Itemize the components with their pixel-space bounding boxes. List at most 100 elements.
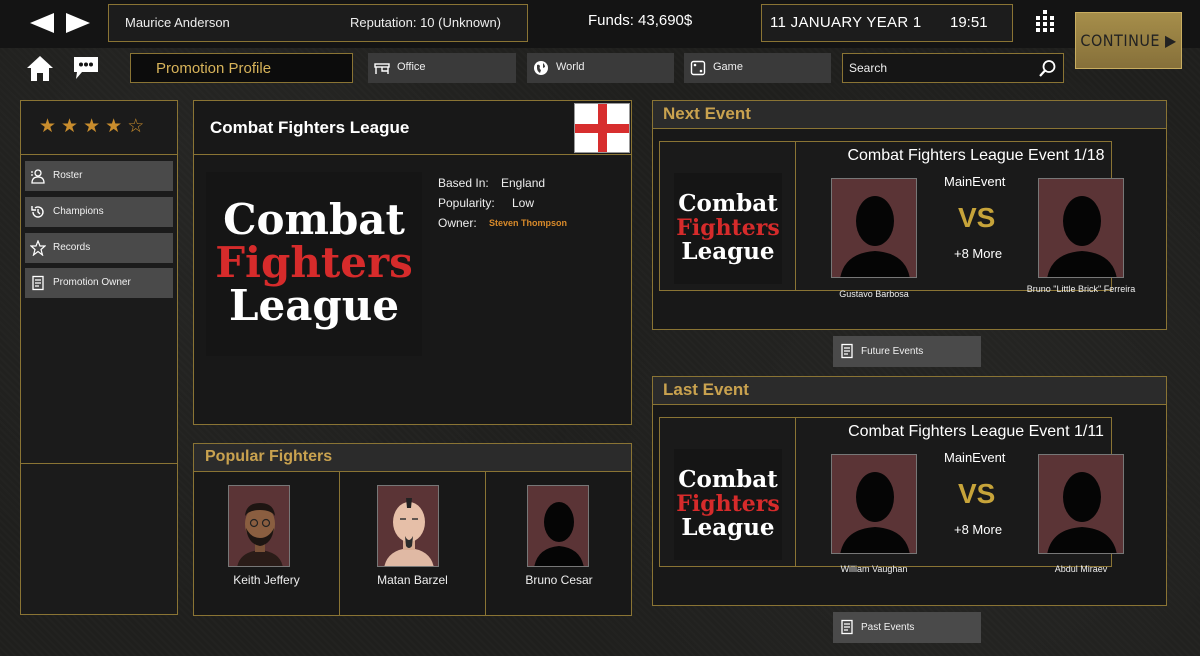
logo-line-3: League	[681, 238, 774, 265]
office-label: Office	[397, 61, 426, 73]
fighter-silhouette	[831, 454, 917, 554]
filled-star-icon: ★	[83, 116, 101, 137]
fighter-card[interactable]: Matan Barzel	[340, 472, 486, 615]
sidebar-item-promotion-owner[interactable]: Promotion Owner	[25, 268, 173, 298]
grid-menu-icon[interactable]	[1036, 10, 1058, 34]
promotion-logo: Combat Fighters League	[206, 172, 422, 356]
office-button[interactable]: Office	[368, 53, 516, 83]
search-input[interactable]	[849, 58, 1029, 78]
event-logo-cell: Combat Fighters League	[660, 418, 796, 566]
last-event-card[interactable]: Combat Fighters League Combat Fighters L…	[659, 417, 1124, 574]
event-name: Combat Fighters League Event 1/11	[848, 423, 1104, 440]
vs-label: VS	[958, 478, 996, 509]
logo-line-2: Fighters	[215, 238, 413, 287]
next-event-panel: Next Event Combat Fighters League Combat…	[652, 100, 1167, 330]
fighter-card[interactable]: Keith Jeffery	[194, 472, 340, 615]
popular-fighters-panel: Popular Fighters Keith Jeffery Matan Bar…	[193, 443, 632, 616]
popular-fighters-header: Popular Fighters	[194, 444, 631, 472]
more-fights-label: +8 More	[954, 246, 1003, 261]
logo-line-1: Combat	[223, 195, 405, 244]
next-event-header: Next Event	[653, 101, 1166, 129]
logo-line-3: League	[681, 514, 774, 541]
world-button[interactable]: World	[527, 53, 674, 83]
past-events-label: Past Events	[861, 622, 915, 633]
owner-label: Owner:	[438, 216, 477, 230]
document-icon	[839, 619, 855, 635]
chat-icon[interactable]	[72, 55, 100, 81]
world-label: World	[556, 61, 585, 73]
popularity-label: Popularity:	[438, 196, 495, 210]
promotion-name: Combat Fighters League	[210, 118, 410, 137]
based-in-label: Based In:	[438, 176, 489, 190]
past-events-button[interactable]: Past Events	[833, 612, 981, 643]
last-event-panel: Last Event Combat Fighters League Combat…	[652, 376, 1167, 606]
home-icon[interactable]	[26, 54, 54, 82]
based-in-value: England	[501, 176, 546, 190]
star-rating: ★ ★ ★ ★ ☆	[39, 117, 144, 136]
next-event-title: Next Event	[663, 104, 751, 123]
sidebar-item-champions[interactable]: Champions	[25, 197, 173, 227]
fighter-portrait	[527, 485, 589, 567]
more-fights-label: +8 More	[954, 522, 1003, 537]
fighter-portrait	[377, 485, 439, 567]
owner-link[interactable]: Steven Thompson	[489, 218, 567, 228]
popular-fighters-title: Popular Fighters	[205, 448, 333, 465]
sidebar: ★ ★ ★ ★ ☆ Roster Champions Records Promotion…	[20, 100, 178, 615]
promotion-profile-tab[interactable]: Promotion Profile	[130, 53, 353, 83]
game-button[interactable]: Game	[684, 53, 831, 83]
event-logo: Combat Fighters League	[674, 173, 782, 284]
filled-star-icon: ★	[105, 116, 123, 137]
document-icon	[839, 343, 855, 359]
fighter-name: Gustavo Barbosa	[839, 289, 909, 299]
vs-label: VS	[958, 202, 996, 233]
popularity-value: Low	[512, 196, 535, 210]
funds-label: Funds: 43,690$	[588, 12, 693, 29]
date-label: 11 JANUARY YEAR 1	[770, 14, 922, 31]
filled-star-icon: ★	[39, 116, 57, 137]
last-event-header: Last Event	[653, 377, 1166, 405]
empty-star-icon: ☆	[127, 116, 145, 137]
fighter-name: Bruno "Little Brick" Ferreira	[1026, 284, 1136, 294]
forward-arrow-icon[interactable]	[64, 12, 92, 34]
sidebar-item-label: Roster	[53, 170, 83, 181]
fighter-name: William Vaughan	[840, 564, 908, 574]
star-icon	[29, 239, 47, 257]
fighter-silhouette	[1038, 178, 1124, 278]
date-time-box: 11 JANUARY YEAR 1 19:51	[761, 4, 1013, 42]
main-event-label: MainEvent	[944, 450, 1006, 465]
desk-icon	[374, 60, 390, 76]
document-icon	[30, 275, 46, 291]
roster-icon	[30, 168, 46, 184]
sidebar-item-roster[interactable]: Roster	[25, 161, 173, 191]
time-label: 19:51	[950, 14, 988, 31]
sidebar-item-label: Records	[53, 242, 91, 253]
fighter-portrait	[228, 485, 290, 567]
future-events-button[interactable]: Future Events	[833, 336, 981, 367]
future-events-label: Future Events	[861, 346, 924, 357]
logo-line-1: Combat	[678, 466, 778, 493]
logo-line-3: League	[229, 281, 399, 330]
fighter-silhouette	[831, 178, 917, 278]
back-arrow-icon[interactable]	[28, 12, 56, 34]
promotion-profile-label: Promotion Profile	[156, 60, 272, 77]
divider	[21, 463, 177, 464]
globe-icon	[533, 60, 549, 76]
event-name: Combat Fighters League Event 1/18	[847, 147, 1105, 164]
next-event-card[interactable]: Combat Fighters League Combat Fighters L…	[659, 141, 1135, 299]
fighter-name: Bruno Cesar	[525, 573, 593, 587]
dice-icon	[690, 60, 706, 76]
game-label: Game	[713, 61, 743, 73]
main-event-label: MainEvent	[944, 174, 1006, 189]
event-logo: Combat Fighters League	[674, 449, 782, 560]
promotion-panel: Combat Fighters League Combat Fighters L…	[193, 100, 632, 425]
history-icon	[30, 204, 46, 220]
search-box	[842, 53, 1064, 83]
sidebar-item-records[interactable]: Records	[25, 233, 173, 263]
event-logo-cell: Combat Fighters League	[660, 142, 796, 290]
fighter-card[interactable]: Bruno Cesar	[486, 472, 632, 615]
user-name: Maurice Anderson	[125, 15, 230, 30]
sidebar-item-label: Promotion Owner	[53, 277, 131, 288]
continue-button[interactable]: CONTINUE ▶	[1075, 12, 1182, 69]
search-icon[interactable]	[1038, 59, 1057, 78]
sidebar-item-label: Champions	[53, 206, 104, 217]
